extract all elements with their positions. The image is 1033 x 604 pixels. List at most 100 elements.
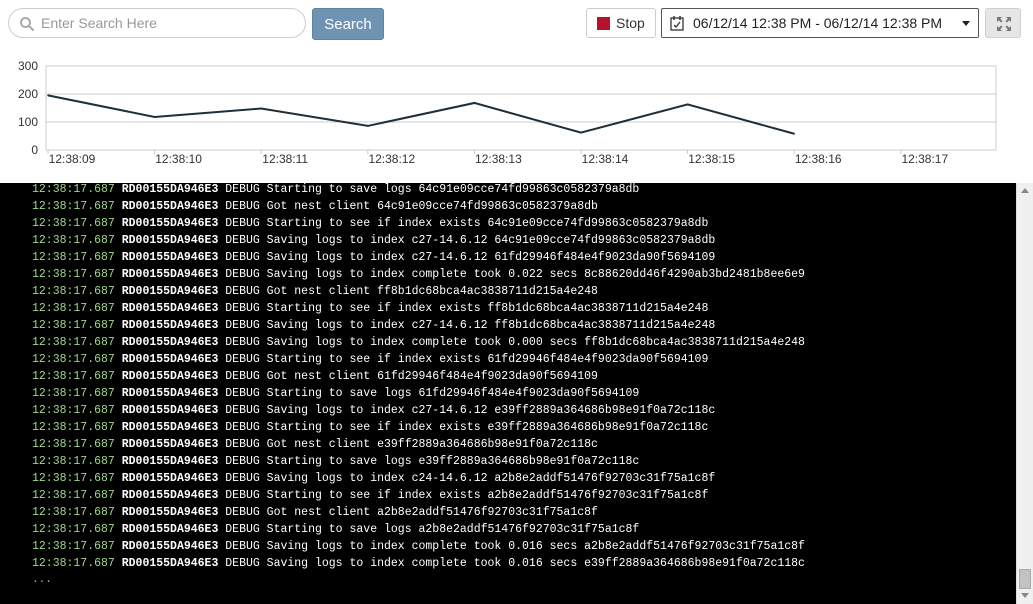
log-host: RD00155DA946E3 [121, 387, 219, 400]
scroll-down-icon[interactable] [1021, 593, 1029, 598]
log-timestamp: 12:38:17.687 [32, 234, 115, 247]
x-tick-label: 12:38:17 [901, 152, 948, 166]
log-message: DEBUG Saving logs to index complete took… [225, 268, 805, 281]
log-message: DEBUG Starting to see if index exists e3… [225, 421, 709, 434]
search-button[interactable]: Search [312, 8, 384, 40]
log-line: 12:38:17.687 RD00155DA946E3 DEBUG Got ne… [32, 504, 598, 521]
x-tick-label: 12:38:10 [155, 152, 202, 166]
log-host: RD00155DA946E3 [121, 353, 219, 366]
y-tick-label: 100 [18, 115, 38, 129]
x-tick-label: 12:38:14 [582, 152, 629, 166]
data-point [367, 125, 369, 127]
log-message: DEBUG Saving logs to index complete took… [225, 336, 805, 349]
log-line: 12:38:17.687 RD00155DA946E3 DEBUG Saving… [32, 538, 805, 555]
log-timestamp: 12:38:17.687 [32, 455, 115, 468]
data-point [686, 103, 689, 106]
log-timestamp: 12:38:17.687 [32, 523, 115, 536]
log-message: DEBUG Starting to save logs a2b8e2addf51… [225, 523, 640, 536]
log-host: RD00155DA946E3 [121, 285, 219, 298]
log-message: DEBUG Got nest client e39ff2889a364686b9… [225, 438, 598, 451]
fullscreen-button[interactable] [985, 8, 1021, 38]
y-tick-label: 200 [18, 87, 38, 101]
search-box[interactable] [8, 8, 306, 38]
data-point [473, 102, 476, 104]
chevron-down-icon [962, 21, 970, 26]
log-host: RD00155DA946E3 [121, 523, 219, 536]
x-tick-label: 12:38:13 [475, 152, 522, 166]
toolbar: Search Stop 06/12/14 12:38 PM - 06/12/14… [0, 0, 1033, 48]
log-message: DEBUG Saving logs to index c27-14.6.12 f… [225, 319, 716, 332]
log-line: 12:38:17.687 RD00155DA946E3 DEBUG Starti… [32, 215, 708, 232]
log-host: RD00155DA946E3 [121, 421, 219, 434]
log-timestamp: 12:38:17.687 [32, 217, 115, 230]
log-timestamp: 12:38:17.687 [32, 438, 115, 451]
y-tick-label: 300 [18, 59, 38, 73]
stop-button-label: Stop [616, 15, 645, 31]
log-timestamp: 12:38:17.687 [32, 353, 115, 366]
log-line: 12:38:17.687 RD00155DA946E3 DEBUG Got ne… [32, 198, 598, 215]
scroll-up-icon[interactable] [1021, 188, 1029, 193]
search-icon [20, 17, 35, 32]
log-timestamp: 12:38:17.687 [32, 268, 115, 281]
log-line: 12:38:17.687 RD00155DA946E3 DEBUG Saving… [32, 334, 805, 351]
line-chart: 0 100 200 300 12:38:09 12:38:10 12:38:11 12:38:… [18, 59, 997, 166]
console-scrollbar[interactable] [1016, 183, 1033, 604]
log-timestamp: 12:38:17.687 [32, 285, 115, 298]
log-timestamp: 12:38:17.687 [32, 302, 115, 315]
log-line: 12:38:17.687 RD00155DA946E3 DEBUG Saving… [32, 555, 805, 572]
log-message: DEBUG Starting to see if index exists a2… [225, 489, 709, 502]
date-range-picker[interactable]: 06/12/14 12:38 PM - 06/12/14 12:38 PM [661, 8, 979, 38]
log-line: 12:38:17.687 RD00155DA946E3 DEBUG Starti… [32, 453, 639, 470]
data-point [153, 116, 156, 118]
data-point [793, 132, 795, 135]
log-timestamp: 12:38:17.687 [32, 421, 115, 434]
log-timestamp: 12:38:17.687 [32, 472, 115, 485]
log-timestamp: 12:38:17.687 [32, 251, 115, 264]
plot-area [45, 65, 997, 151]
log-line: 12:38:17.687 RD00155DA946E3 DEBUG Starti… [32, 487, 708, 504]
x-tick-label: 12:38:09 [49, 152, 96, 166]
log-host: RD00155DA946E3 [121, 557, 219, 570]
log-message: DEBUG Starting to save logs 61fd29946f48… [225, 387, 640, 400]
search-input[interactable] [41, 12, 296, 34]
log-timestamp: 12:38:17.687 [32, 540, 115, 553]
log-message: DEBUG Got nest client ff8b1dc68bca4ac383… [225, 285, 598, 298]
x-tick-label: 12:38:15 [688, 152, 735, 166]
log-line: 12:38:17.687 RD00155DA946E3 DEBUG Got ne… [32, 368, 598, 385]
log-line: 12:38:17.687 RD00155DA946E3 DEBUG Saving… [32, 317, 715, 334]
log-message: DEBUG Got nest client 61fd29946f484e4f90… [225, 370, 598, 383]
log-host: RD00155DA946E3 [121, 370, 219, 383]
log-host: RD00155DA946E3 [121, 540, 219, 553]
log-message: DEBUG Saving logs to index c27-14.6.12 e… [225, 404, 716, 417]
log-line: 12:38:17.687 RD00155DA946E3 DEBUG Saving… [32, 402, 715, 419]
log-line: 12:38:17.687 RD00155DA946E3 DEBUG Starti… [32, 351, 708, 368]
log-line: 12:38:17.687 RD00155DA946E3 DEBUG Starti… [32, 300, 708, 317]
log-message: DEBUG Starting to see if index exists ff… [225, 302, 709, 315]
log-timestamp: 12:38:17.687 [32, 404, 115, 417]
log-message: DEBUG Starting to save logs e39ff2889a36… [225, 455, 640, 468]
log-message: DEBUG Got nest client 64c91e09cce74fd998… [225, 200, 598, 213]
log-line: 12:38:17.687 RD00155DA946E3 DEBUG Starti… [32, 385, 639, 402]
log-host: RD00155DA946E3 [121, 455, 219, 468]
log-timestamp: 12:38:17.687 [32, 370, 115, 383]
log-timestamp: 12:38:17.687 [32, 183, 115, 196]
log-host: RD00155DA946E3 [121, 200, 219, 213]
log-line: 12:38:17.687 RD00155DA946E3 DEBUG Starti… [32, 521, 639, 538]
log-message: DEBUG Starting to see if index exists 61… [225, 353, 709, 366]
log-timestamp: 12:38:17.687 [32, 387, 115, 400]
log-message: DEBUG Saving logs to index complete took… [225, 540, 805, 553]
data-point [47, 94, 49, 97]
date-range-value: 06/12/14 12:38 PM - 06/12/14 12:38 PM [693, 15, 943, 31]
log-timestamp: 12:38:17.687 [32, 319, 115, 332]
scroll-thumb[interactable] [1019, 569, 1031, 589]
log-timestamp: 12:38:17.687 [32, 489, 115, 502]
log-host: RD00155DA946E3 [121, 489, 219, 502]
x-tick-label: 12:38:12 [368, 152, 415, 166]
log-host: RD00155DA946E3 [121, 302, 219, 315]
log-host: RD00155DA946E3 [121, 472, 219, 485]
stop-button[interactable]: Stop [586, 8, 656, 38]
log-console[interactable]: 12:38:17.687 RD00155DA946E3 DEBUG Starti… [0, 183, 1016, 604]
x-tick-label: 12:38:11 [262, 152, 308, 166]
events-chart: 0 100 200 300 12:38:09 12:38:10 12:38:11 12:38:… [0, 52, 1033, 180]
log-line: 12:38:17.687 RD00155DA946E3 DEBUG Saving… [32, 249, 715, 266]
